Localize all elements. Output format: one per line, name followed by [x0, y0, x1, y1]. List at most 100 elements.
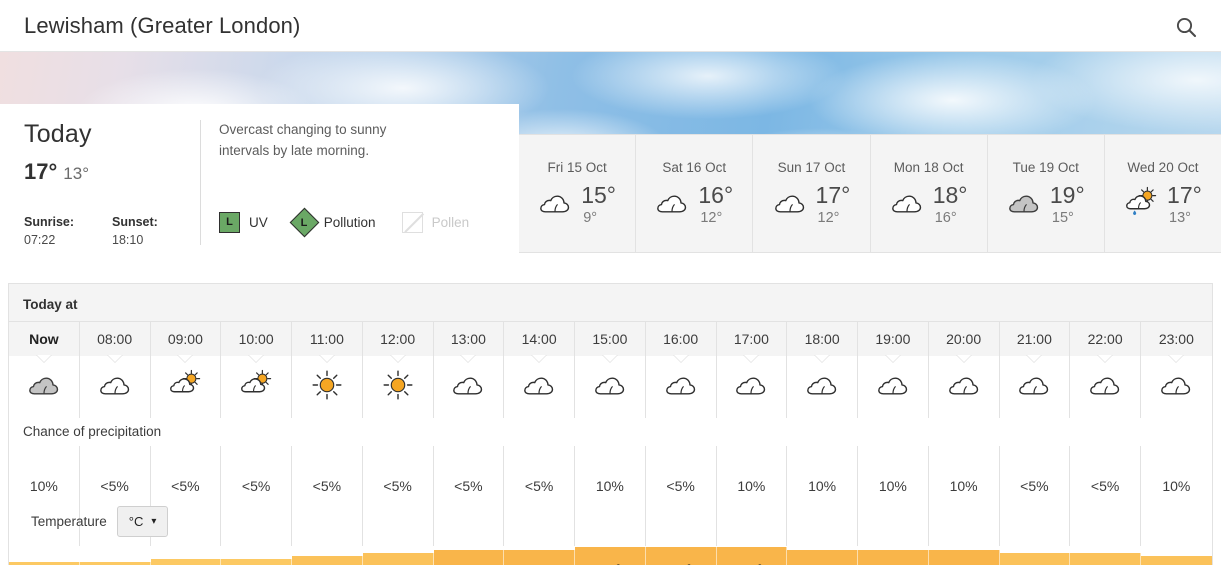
unit-select[interactable]: °C ▾ — [116, 506, 169, 537]
uv-level-icon: L — [219, 211, 240, 233]
hour-precipitation-cell: <5% — [504, 446, 575, 502]
temperature-grid-cell — [717, 502, 788, 546]
hour-precipitation-cell: 10% — [1162, 478, 1191, 494]
hour-time-cell[interactable]: 12:00 — [363, 322, 434, 356]
day-card-date: Sun 17 Oct — [777, 160, 846, 175]
hour-icon-cell — [929, 355, 1000, 418]
hour-time-cell[interactable]: 13:00 — [434, 322, 505, 356]
cloud-white-icon — [876, 372, 910, 401]
day-card-low: 9° — [583, 210, 598, 227]
today-right-column: Overcast changing to sunny intervals by … — [201, 104, 519, 253]
cloud-white-icon — [805, 372, 839, 401]
day-card-low: 16° — [934, 210, 957, 227]
cloud-white-icon — [947, 372, 981, 401]
unit-select-value: °C — [128, 514, 144, 529]
pollution-level-icon: L — [289, 207, 320, 238]
sunset-block: Sunset: 18:10 — [112, 215, 200, 247]
day-card-temps: 16° 12° — [698, 183, 733, 226]
temperature-unit-control: Temperature °C ▾ — [31, 506, 169, 537]
day-card-body: 17° 12° — [773, 183, 851, 226]
cloud-white-icon — [655, 190, 689, 219]
hour-icon-cell — [434, 355, 505, 418]
today-summary-card: Today 17° 13° Sunrise: 07:22 Sunset: 18:1… — [0, 104, 519, 253]
temperature-label: Temperature — [31, 514, 107, 529]
hour-time-cell[interactable]: 19:00 — [858, 322, 929, 356]
today-low-temp: 13° — [63, 164, 89, 183]
hour-icon-cell — [646, 355, 717, 418]
day-card-body: 17° 13° — [1124, 183, 1202, 226]
day-card-temps: 17° 12° — [816, 183, 851, 226]
day-card-high: 15° — [581, 182, 616, 208]
cloud-white-icon — [773, 190, 807, 219]
hourly-forecast-panel: Today at Now 08:00 09:00 10:00 11:00 12:00 13:… — [8, 283, 1213, 565]
hour-precipitation-cell: <5% — [292, 446, 363, 502]
chevron-down-icon: ▾ — [151, 516, 157, 527]
indicator-row: L UV L Pollution Pollen — [219, 207, 519, 238]
hour-precipitation-cell: 10% — [929, 446, 1000, 502]
hour-time-cell[interactable]: 16:00 — [646, 322, 717, 356]
hour-precipitation-cell: <5% — [434, 446, 505, 502]
day-forecast-card[interactable]: Mon 18 Oct 18° 16° — [871, 135, 988, 252]
temperature-grid-cell — [1070, 502, 1141, 546]
day-forecast-card[interactable]: Sat 16 Oct 16° 12° — [636, 135, 754, 252]
temperature-bar: 16° — [858, 550, 929, 565]
temperature-bar: 16° — [504, 550, 575, 565]
hour-icon-cell — [787, 355, 858, 418]
hour-time-cell[interactable]: 08:00 — [80, 322, 151, 356]
hour-precipitation-cell: 10% — [575, 446, 646, 502]
hour-time-cell[interactable]: 10:00 — [221, 322, 292, 356]
hour-icon-cell — [9, 355, 80, 418]
day-forecast-card[interactable]: Tue 19 Oct 19° 15° — [988, 135, 1105, 252]
hour-time-cell[interactable]: 22:00 — [1070, 322, 1141, 356]
sun-times: Sunrise: 07:22 Sunset: 18:10 — [24, 215, 200, 247]
day-card-body: 19° 15° — [1007, 183, 1085, 226]
sunset-value: 18:10 — [112, 233, 144, 247]
cloud-white-icon — [734, 372, 768, 401]
sunrise-block: Sunrise: 07:22 — [24, 215, 112, 247]
temperature-bar: 16° — [433, 550, 505, 565]
hour-time-cell[interactable]: 20:00 — [929, 322, 1000, 356]
hour-icon-cell — [80, 355, 151, 418]
day-card-low: 15° — [1051, 210, 1074, 227]
hour-icon-cell — [504, 355, 575, 418]
search-icon — [1176, 17, 1197, 38]
day-forecast-card[interactable]: Fri 15 Oct 15° 9° — [519, 135, 637, 252]
day-card-date: Tue 19 Oct — [1012, 160, 1079, 175]
uv-indicator[interactable]: L UV — [219, 211, 268, 233]
sun-icon — [381, 368, 415, 407]
day-forecast-card[interactable]: Sun 17 Oct 17° 12° — [753, 135, 871, 252]
hourly-time-row: Now 08:00 09:00 10:00 11:00 12:00 13:00 14:00 15… — [9, 321, 1212, 356]
hour-time-cell[interactable]: 11:00 — [292, 322, 363, 356]
hour-icon-cell — [221, 355, 292, 418]
pollution-indicator[interactable]: L Pollution — [289, 207, 376, 238]
hour-icon-cell — [717, 355, 788, 418]
hour-precipitation-cell: <5% — [363, 446, 434, 502]
sun-cloud-icon — [239, 368, 273, 407]
hour-time-cell[interactable]: 23:00 — [1141, 322, 1212, 356]
temperature-bar: 16° — [928, 550, 1000, 565]
day-forecast-card[interactable]: Wed 20 Oct 17° 13° — [1105, 135, 1221, 252]
temperature-grid-cell — [434, 502, 505, 546]
temperature-bar: 17° — [716, 547, 788, 565]
hour-time-cell[interactable]: 09:00 — [151, 322, 222, 356]
hour-time-cell[interactable]: 21:00 — [1000, 322, 1071, 356]
hour-icon-cell — [1141, 355, 1212, 418]
hour-time-cell[interactable]: 15:00 — [575, 322, 646, 356]
day-card-low: 12° — [700, 210, 723, 227]
hour-time-cell[interactable]: 17:00 — [717, 322, 788, 356]
cloud-white-icon — [1159, 372, 1193, 401]
hour-time-cell[interactable]: Now — [9, 322, 80, 356]
temperature-bar: 17° — [575, 547, 646, 565]
pollen-indicator: Pollen — [401, 211, 469, 233]
temperature-bar: 14° — [292, 556, 363, 565]
temperature-bar: 15° — [1070, 553, 1141, 565]
app-header: Lewisham (Greater London) — [0, 0, 1221, 52]
search-button[interactable] — [1169, 10, 1203, 44]
hour-time-cell[interactable]: 14:00 — [504, 322, 575, 356]
day-card-high: 19° — [1049, 182, 1085, 208]
temperature-bar: 17° — [645, 547, 717, 565]
cloud-white-icon — [538, 190, 572, 219]
temperature-grid-cell — [787, 502, 858, 546]
day-card-low: 12° — [817, 210, 840, 227]
hour-time-cell[interactable]: 18:00 — [787, 322, 858, 356]
